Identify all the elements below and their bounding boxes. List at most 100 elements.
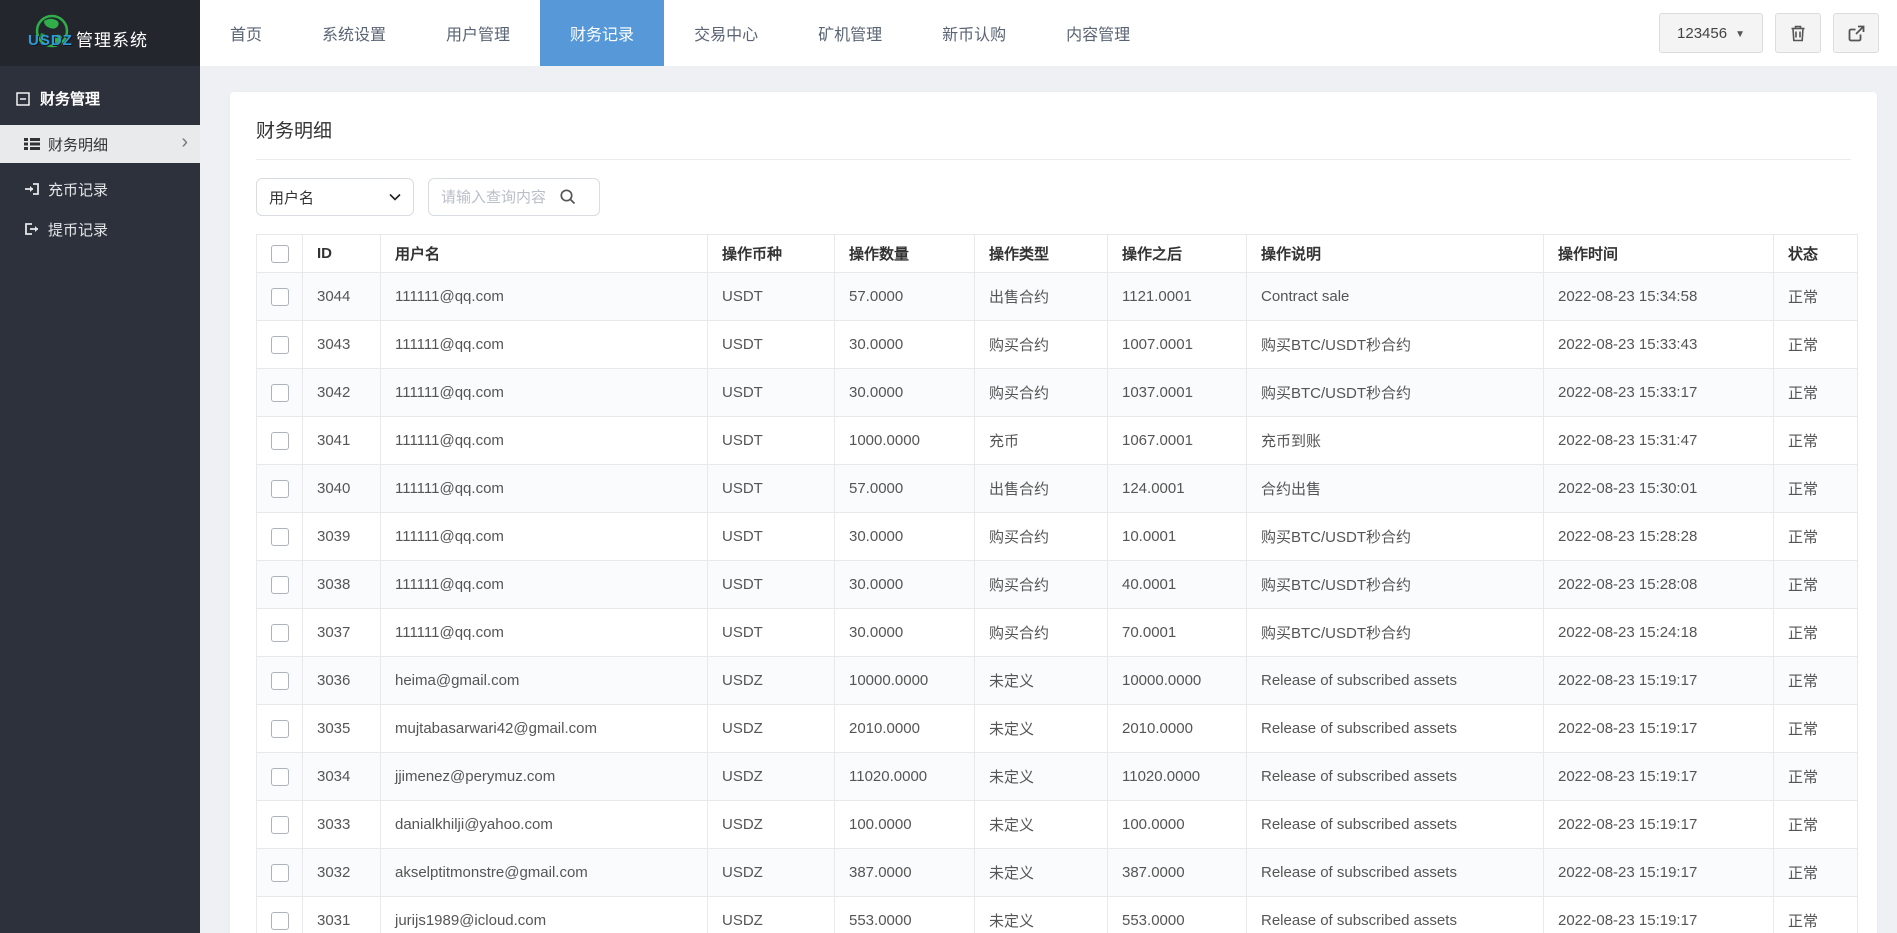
row-select-cell — [257, 465, 303, 513]
nav-tab-newcoin[interactable]: 新币认购 — [912, 0, 1036, 66]
cell: 正常 — [1774, 561, 1858, 609]
sidebar-item-deposit-records[interactable]: 充币记录 — [0, 169, 200, 209]
cell: 购买BTC/USDT秒合约 — [1247, 609, 1544, 657]
cell: 124.0001 — [1108, 465, 1247, 513]
row-checkbox[interactable] — [271, 720, 289, 738]
cell: 30.0000 — [835, 609, 975, 657]
cell: 购买合约 — [975, 561, 1108, 609]
top-bar: USDZ 管理系统 首页系统设置用户管理财务记录交易中心矿机管理新币认购内容管理… — [0, 0, 1897, 66]
sidebar-item-withdraw-records[interactable]: 提币记录 — [0, 209, 200, 249]
cell: 111111@qq.com — [381, 321, 708, 369]
export-button[interactable] — [1833, 13, 1879, 53]
logo-suffix-text: 管理系统 — [76, 26, 148, 51]
column-header: 操作时间 — [1544, 235, 1774, 273]
cell: Release of subscribed assets — [1247, 705, 1544, 753]
cell: 2022-08-23 15:30:01 — [1544, 465, 1774, 513]
nav-tab-system[interactable]: 系统设置 — [292, 0, 416, 66]
row-checkbox[interactable] — [271, 576, 289, 594]
table-row: 3034jjimenez@perymuz.comUSDZ11020.0000未定… — [257, 753, 1858, 801]
row-checkbox[interactable] — [271, 432, 289, 450]
search-icon[interactable] — [559, 188, 577, 206]
cell: danialkhilji@yahoo.com — [381, 801, 708, 849]
sign-in-icon — [24, 182, 40, 196]
cell: 387.0000 — [1108, 849, 1247, 897]
records-table-wrap: ID用户名操作币种操作数量操作类型操作之后操作说明操作时间状态 30441111… — [230, 234, 1877, 933]
cell: 1037.0001 — [1108, 369, 1247, 417]
filter-field-select[interactable]: 用户名 — [256, 178, 414, 216]
cell: 未定义 — [975, 657, 1108, 705]
cell: 出售合约 — [975, 273, 1108, 321]
nav-tab-mining[interactable]: 矿机管理 — [788, 0, 912, 66]
cell: USDT — [708, 561, 835, 609]
nav-tab-content[interactable]: 内容管理 — [1036, 0, 1160, 66]
row-select-cell — [257, 897, 303, 933]
cell: 购买合约 — [975, 369, 1108, 417]
row-checkbox[interactable] — [271, 672, 289, 690]
row-checkbox[interactable] — [271, 480, 289, 498]
table-row: 3039111111@qq.comUSDT30.0000购买合约10.0001购… — [257, 513, 1858, 561]
cell: 购买BTC/USDT秒合约 — [1247, 513, 1544, 561]
nav-tab-trade[interactable]: 交易中心 — [664, 0, 788, 66]
table-row: 3041111111@qq.comUSDT1000.0000充币1067.000… — [257, 417, 1858, 465]
cell: mujtabasarwari42@gmail.com — [381, 705, 708, 753]
sidebar-section-label: 财务管理 — [40, 88, 100, 109]
cell: 2022-08-23 15:33:17 — [1544, 369, 1774, 417]
row-checkbox[interactable] — [271, 864, 289, 882]
cell: 3039 — [303, 513, 381, 561]
row-checkbox[interactable] — [271, 528, 289, 546]
cell: 正常 — [1774, 513, 1858, 561]
search-input[interactable] — [441, 189, 559, 206]
cell: USDT — [708, 417, 835, 465]
cell: 正常 — [1774, 657, 1858, 705]
cell: 未定义 — [975, 801, 1108, 849]
column-header: ID — [303, 235, 381, 273]
sidebar-item-label: 充币记录 — [48, 179, 108, 200]
cell: 3037 — [303, 609, 381, 657]
cell: 3036 — [303, 657, 381, 705]
user-dropdown-button[interactable]: 123456 ▼ — [1659, 13, 1763, 53]
row-select-cell — [257, 801, 303, 849]
cell: 3035 — [303, 705, 381, 753]
nav-tab-users[interactable]: 用户管理 — [416, 0, 540, 66]
cell: 3038 — [303, 561, 381, 609]
table-row: 3038111111@qq.comUSDT30.0000购买合约40.0001购… — [257, 561, 1858, 609]
sidebar-section-finance[interactable]: 财务管理 — [0, 66, 200, 125]
table-row: 3035mujtabasarwari42@gmail.comUSDZ2010.0… — [257, 705, 1858, 753]
cell: 2010.0000 — [835, 705, 975, 753]
records-table: ID用户名操作币种操作数量操作类型操作之后操作说明操作时间状态 30441111… — [256, 234, 1858, 933]
column-header: 操作币种 — [708, 235, 835, 273]
sidebar-item-label: 提币记录 — [48, 219, 108, 240]
cell: 70.0001 — [1108, 609, 1247, 657]
cell: 未定义 — [975, 753, 1108, 801]
cell: 553.0000 — [835, 897, 975, 933]
cell: 111111@qq.com — [381, 369, 708, 417]
row-select-cell — [257, 273, 303, 321]
trash-button[interactable] — [1775, 13, 1821, 53]
filter-field-value: 用户名 — [269, 187, 389, 208]
row-checkbox[interactable] — [271, 384, 289, 402]
table-row: 3031jurijs1989@icloud.comUSDZ553.0000未定义… — [257, 897, 1858, 933]
row-checkbox[interactable] — [271, 768, 289, 786]
table-row: 3032akselptitmonstre@gmail.comUSDZ387.00… — [257, 849, 1858, 897]
sign-out-icon — [24, 222, 40, 236]
cell: 100.0000 — [835, 801, 975, 849]
row-checkbox[interactable] — [271, 816, 289, 834]
nav-tab-home[interactable]: 首页 — [200, 0, 292, 66]
row-checkbox[interactable] — [271, 288, 289, 306]
cell: 2022-08-23 15:19:17 — [1544, 849, 1774, 897]
select-all-checkbox[interactable] — [271, 245, 289, 263]
cell: 111111@qq.com — [381, 609, 708, 657]
sidebar-item-finance-detail[interactable]: 财务明细› — [0, 125, 200, 163]
select-all-cell — [257, 235, 303, 273]
row-select-cell — [257, 369, 303, 417]
cell: 购买合约 — [975, 609, 1108, 657]
content-card: 财务明细 用户名 — [230, 92, 1877, 933]
nav-tab-finance[interactable]: 财务记录 — [540, 0, 664, 66]
row-checkbox[interactable] — [271, 336, 289, 354]
minus-square-icon — [16, 92, 30, 106]
cell: USDZ — [708, 705, 835, 753]
cell: 出售合约 — [975, 465, 1108, 513]
row-checkbox[interactable] — [271, 624, 289, 642]
row-checkbox[interactable] — [271, 912, 289, 930]
export-icon — [1847, 24, 1866, 43]
